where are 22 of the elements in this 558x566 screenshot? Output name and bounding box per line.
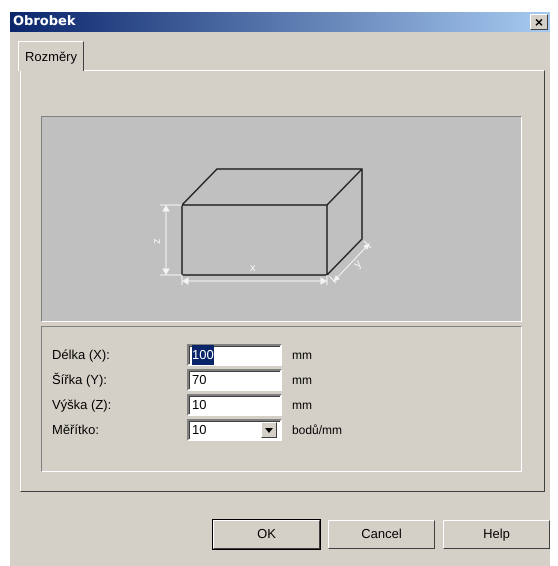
- unit-label: mm: [292, 347, 312, 364]
- field-label: Šířka (Y):: [52, 371, 108, 390]
- unit-label: bodů/mm: [292, 422, 342, 439]
- scale-dropdown[interactable]: 10: [187, 419, 282, 441]
- input-field[interactable]: 100: [187, 344, 282, 366]
- input-field[interactable]: 10: [187, 394, 282, 416]
- field-value: 70: [192, 371, 206, 390]
- field-value: 100: [192, 345, 214, 365]
- tab[interactable]: Rozměry: [18, 41, 84, 70]
- unit-label: mm: [292, 372, 312, 389]
- dialog-button[interactable]: OK: [213, 520, 320, 548]
- field-label: Měřítko:: [52, 421, 100, 440]
- field-label: Délka (X):: [52, 346, 111, 364]
- dialog-button[interactable]: Cancel: [328, 520, 435, 548]
- unit-label: mm: [292, 397, 312, 414]
- field-value: 10: [192, 396, 206, 414]
- window-title: Obrobek: [13, 13, 76, 32]
- input-field[interactable]: 70: [187, 369, 282, 391]
- dialog-button[interactable]: Help: [443, 520, 550, 548]
- close-button[interactable]: ×: [530, 14, 548, 30]
- field-label: Výška (Z):: [52, 396, 112, 414]
- field-value: 10: [192, 421, 206, 440]
